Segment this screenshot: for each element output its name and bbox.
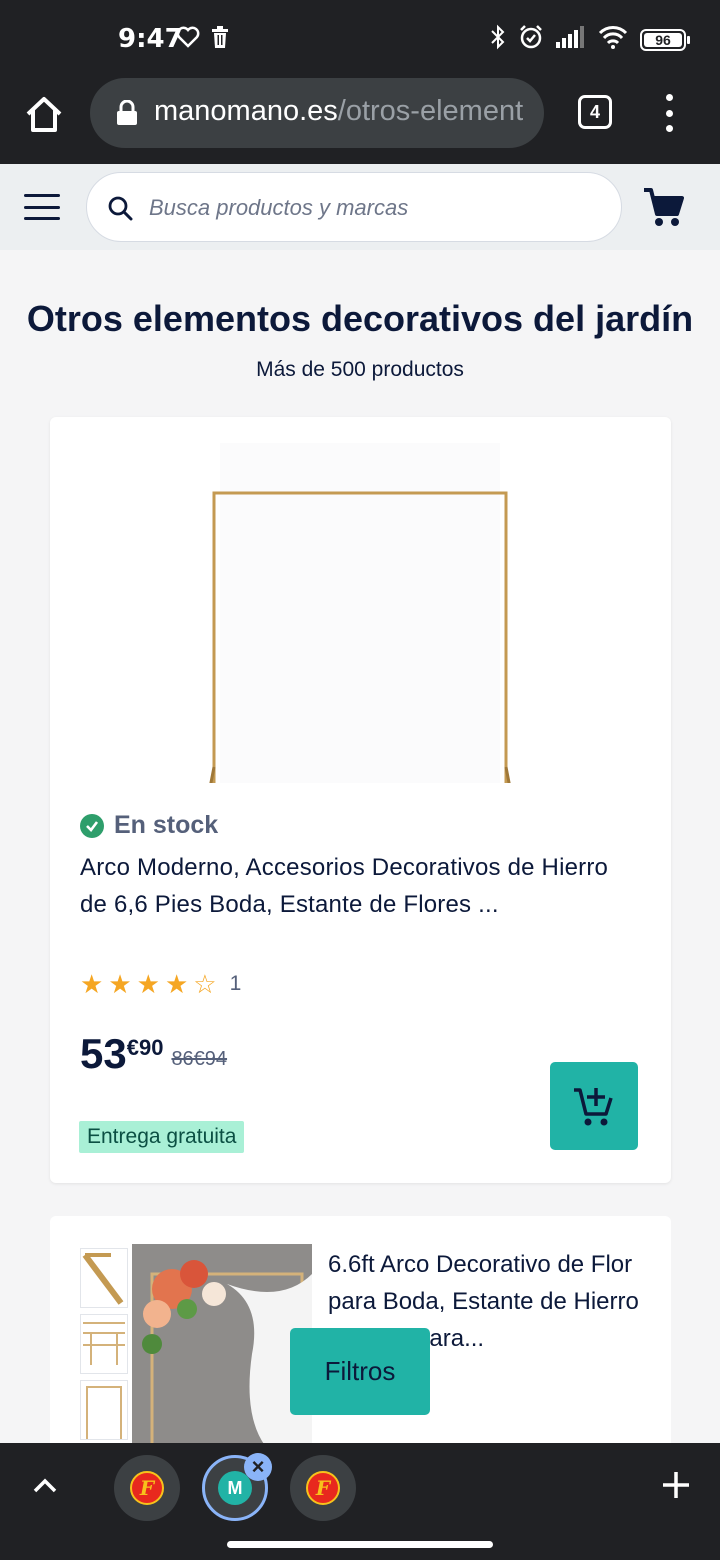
url-domain: manomano.es [154, 95, 338, 127]
price-integer: 53 [80, 1030, 127, 1077]
bluetooth-icon [490, 24, 506, 55]
tab-fnac-1[interactable]: F [114, 1455, 180, 1521]
tab-strip: F M × F [0, 1443, 720, 1560]
check-circle-icon [80, 813, 104, 838]
star-full-icon: ★ [80, 969, 104, 999]
signal-icon [556, 26, 586, 53]
tab-fnac-2[interactable]: F [290, 1455, 356, 1521]
rating-count: 1 [229, 972, 242, 995]
menu-icon[interactable] [24, 194, 60, 220]
product-card[interactable]: En stock Arco Moderno, Accesorios Decora… [50, 417, 671, 1183]
search-bar[interactable] [86, 172, 622, 242]
stock-label: En stock [114, 811, 219, 839]
star-full-icon: ★ [164, 969, 189, 999]
product-image[interactable] [132, 1244, 312, 1446]
product-thumbnail[interactable] [80, 1248, 128, 1308]
product-thumbnail[interactable] [80, 1314, 128, 1374]
add-to-cart-button[interactable] [550, 1062, 638, 1150]
page-title: Otros elementos decorativos del jardín [26, 298, 694, 339]
status-time: 9:47 [118, 24, 183, 54]
battery-level: 96 [655, 31, 671, 48]
thumbnail-strip [80, 1248, 128, 1446]
trash-icon [210, 26, 230, 53]
plus-icon [663, 1472, 689, 1498]
gesture-bar[interactable] [227, 1541, 493, 1548]
free-shipping-badge: Entrega gratuita [79, 1121, 245, 1153]
chevron-up-icon[interactable] [30, 1471, 60, 1501]
heart-icon [176, 26, 200, 53]
fnac-favicon-icon: F [306, 1471, 340, 1505]
url-path: /otros-element [337, 95, 524, 127]
filters-button[interactable]: Filtros [290, 1328, 430, 1415]
browser-toolbar: manomano.es/otros-element 4 [0, 78, 720, 164]
search-icon [107, 195, 133, 226]
price-decimal: €90 [126, 1035, 164, 1060]
home-icon [26, 97, 62, 132]
star-empty-icon: ☆ [193, 969, 217, 999]
product-rating: ★ ★ ★ ★ ☆ 1 [80, 971, 241, 997]
site-header [0, 164, 720, 250]
wifi-icon [598, 25, 628, 54]
browser-menu-button[interactable] [662, 94, 676, 132]
url-bar[interactable]: manomano.es/otros-element [90, 78, 544, 148]
url-text: manomano.es/otros-element [154, 95, 523, 128]
search-input[interactable] [149, 189, 589, 227]
product-title[interactable]: Arco Moderno, Accesorios Decorativos de … [80, 849, 640, 923]
stock-status: En stock [80, 811, 218, 840]
battery-icon: 96 [640, 28, 690, 51]
new-tab-button[interactable] [660, 1469, 692, 1501]
home-button[interactable] [22, 92, 66, 136]
fnac-favicon-icon: F [130, 1471, 164, 1505]
price-old: 86€94 [171, 1048, 228, 1070]
product-image[interactable] [200, 443, 520, 795]
alarm-icon [518, 24, 544, 55]
close-tab-icon[interactable]: × [244, 1453, 272, 1481]
status-bar: 9:47 96 [0, 0, 720, 78]
tab-switcher-button[interactable]: 4 [578, 95, 612, 129]
product-thumbnail[interactable] [80, 1380, 128, 1440]
cart-icon [644, 188, 684, 226]
lock-icon [116, 99, 138, 131]
product-price: 53 €90 86€94 [80, 1031, 227, 1077]
add-to-cart-icon [574, 1088, 613, 1126]
star-full-icon: ★ [108, 969, 132, 999]
cart-button[interactable] [642, 186, 684, 228]
product-count: Más de 500 productos [256, 358, 464, 381]
star-full-icon: ★ [136, 969, 160, 999]
